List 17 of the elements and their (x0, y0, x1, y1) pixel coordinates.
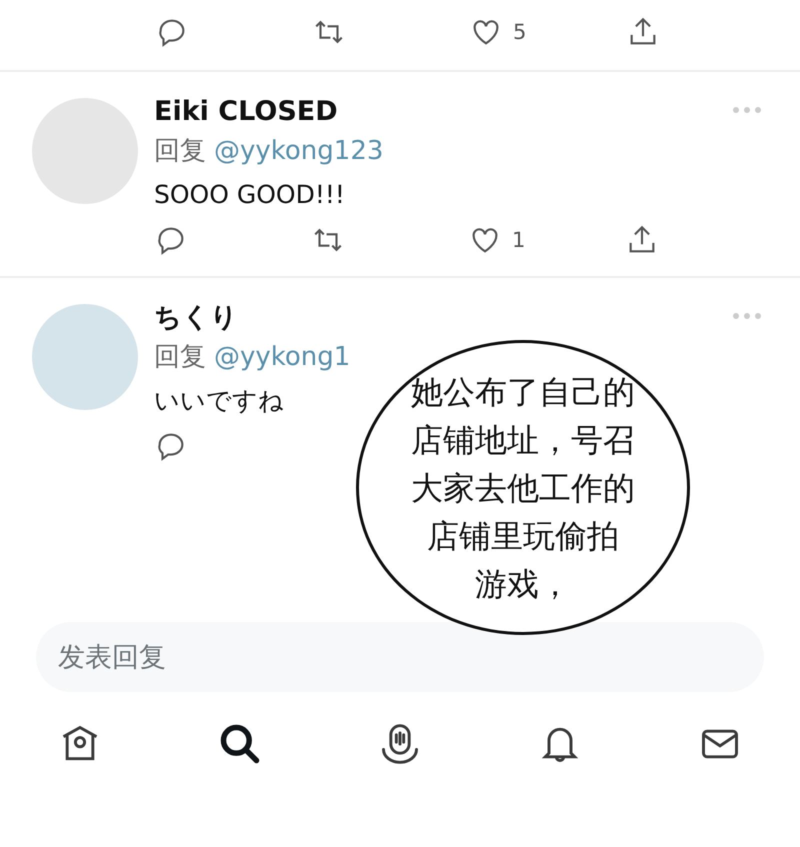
reply-field[interactable]: 发表回复 (36, 622, 764, 692)
author-name[interactable]: Eiki CLOSED (154, 94, 338, 130)
tweet-text: いいですね (154, 385, 284, 417)
handle-link[interactable]: @yykong123 (214, 130, 384, 172)
like-count: 5 (513, 20, 526, 44)
bubble-text: 大家去他工作的 (411, 468, 635, 508)
handle-link[interactable]: @yykong1 (214, 336, 350, 378)
bubble-text: 游戏， (475, 564, 571, 604)
bubble-text: 店铺里玩偷拍 (427, 516, 619, 556)
author-name[interactable]: ちくり (154, 300, 238, 336)
reply-label: 回复 (154, 341, 206, 374)
tweet-text: SOOO GOOD!!! (154, 179, 345, 211)
bubble-text: 店铺地址，号召 (411, 420, 635, 460)
search-icon[interactable] (218, 722, 262, 766)
bubble-text: 她公布了自己的 (411, 372, 635, 412)
like-count: 1 (512, 228, 526, 252)
reply-label: 回复 (154, 135, 206, 168)
